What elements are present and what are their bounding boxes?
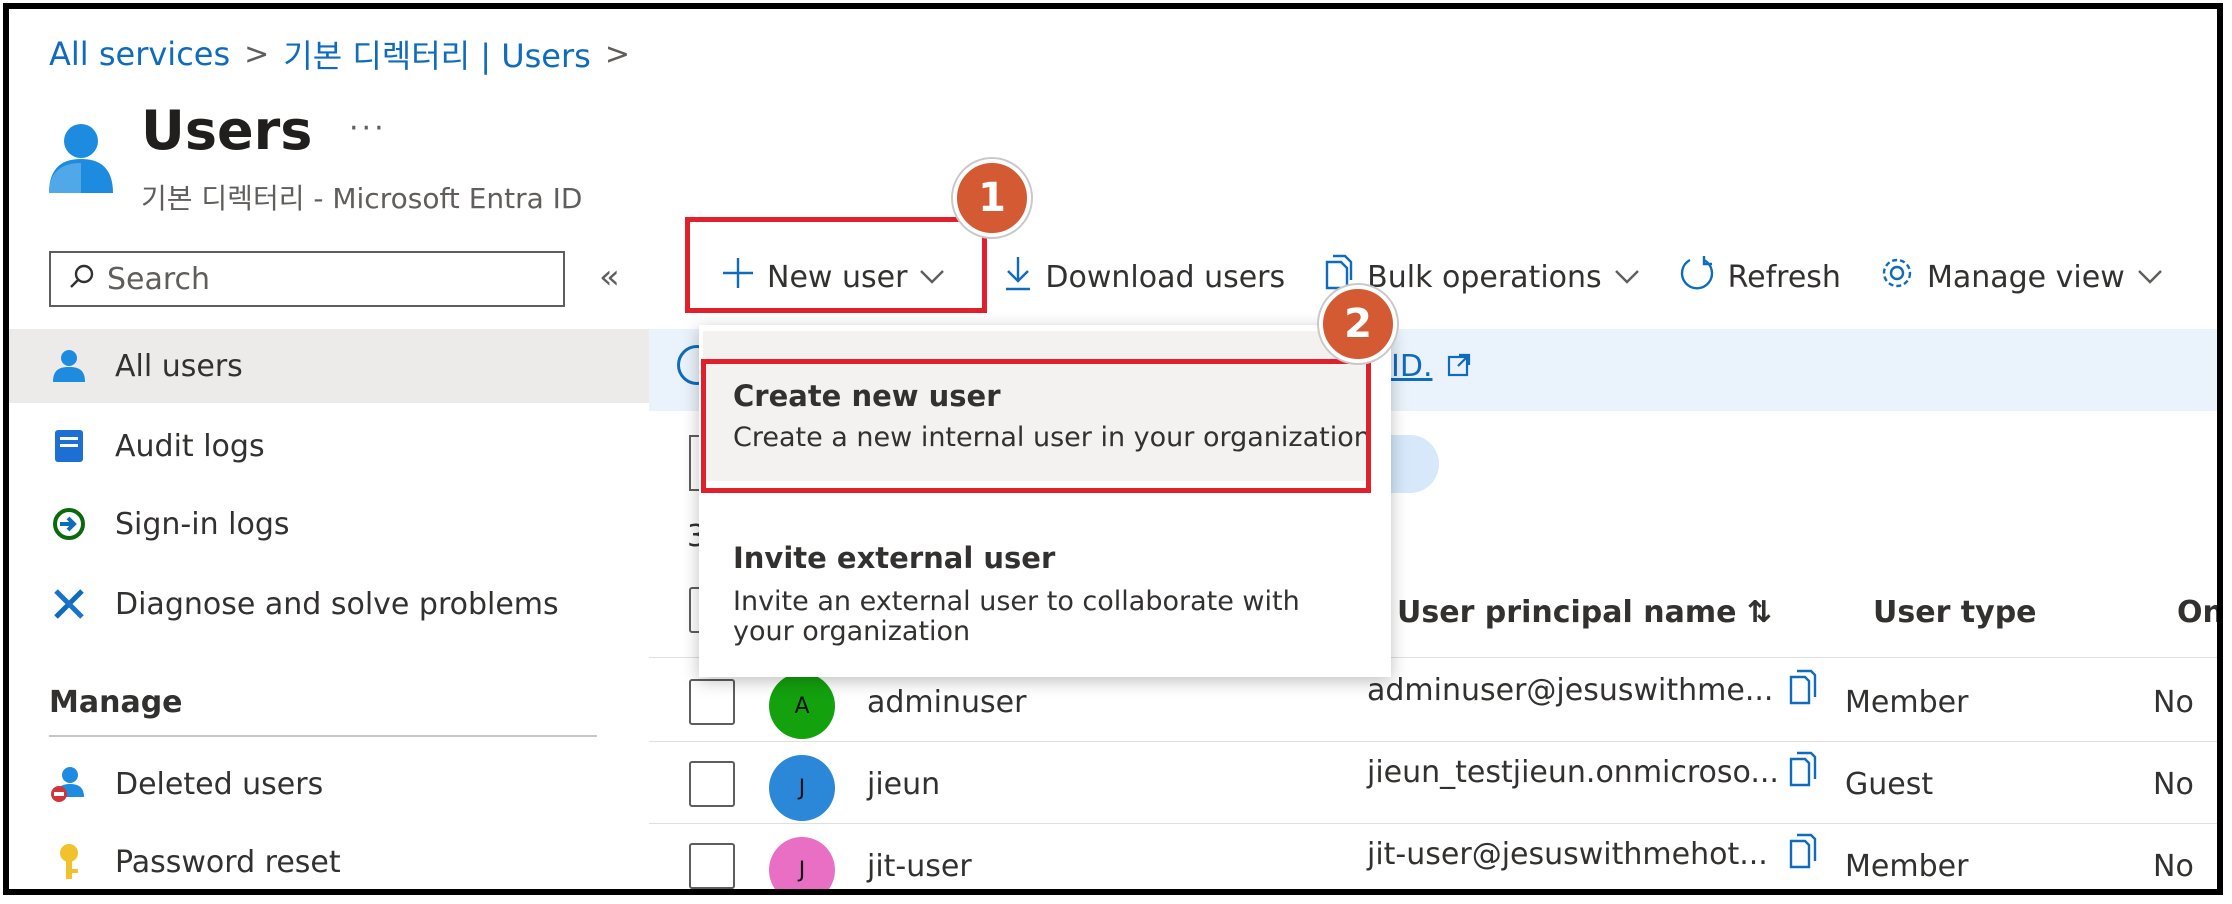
sidebar-item-label: Deleted users	[115, 766, 324, 802]
manage-section-heading: Manage	[49, 685, 183, 720]
step-number: 2	[1344, 301, 1372, 347]
step-2-callout: 2	[1319, 285, 1397, 363]
sidebar-item-label: Audit logs	[115, 428, 265, 464]
user-principal-name: jit-user@jesuswithmehot...	[1367, 837, 1768, 872]
search-icon	[69, 262, 95, 297]
invite-external-user-description: Invite an external user to collaborate w…	[733, 586, 1300, 647]
sidebar-item-deleted-users[interactable]: Deleted users	[9, 747, 649, 821]
user-type: Guest	[1845, 767, 1934, 802]
copy-icon[interactable]	[1787, 751, 1819, 793]
chevron-down-icon	[2137, 262, 2163, 292]
column-header-upn[interactable]: User principal name ⇅	[1397, 595, 1772, 630]
copy-icon[interactable]	[1787, 833, 1819, 875]
row-checkbox[interactable]	[689, 679, 735, 725]
breadcrumb-separator: >	[244, 36, 270, 72]
copy-icon[interactable]	[1787, 669, 1819, 711]
deleted-user-icon	[47, 762, 91, 806]
user-name-link[interactable]: jit-user	[867, 849, 972, 884]
on-premises-sync: No	[2153, 849, 2194, 884]
info-learn-more-link[interactable]: ID.	[1391, 349, 1432, 384]
sign-in-icon	[47, 502, 91, 546]
sidebar-item-audit-logs[interactable]: Audit logs	[9, 409, 649, 483]
user-type: Member	[1845, 849, 1969, 884]
users-page-icon	[47, 121, 115, 199]
step-number: 1	[978, 175, 1006, 221]
avatar: A	[769, 673, 835, 739]
breadcrumb: All services > 기본 디렉터리 | Users >	[49, 31, 630, 77]
on-premises-sync: No	[2153, 767, 2194, 802]
avatar-initial: J	[798, 775, 806, 801]
create-new-user-highlight	[701, 359, 1371, 493]
chevron-down-icon	[1614, 262, 1640, 292]
invite-external-user-title[interactable]: Invite external user	[733, 541, 1055, 575]
breadcrumb-separator: >	[604, 36, 630, 72]
avatar-initial: A	[794, 693, 810, 719]
refresh-icon	[1678, 254, 1716, 300]
sidebar-item-label: All users	[115, 348, 243, 384]
sidebar-item-all-users[interactable]: All users	[9, 329, 649, 403]
column-header-on-premises[interactable]: On-	[2177, 595, 2217, 630]
search-placeholder: Search	[107, 261, 211, 297]
key-icon	[47, 840, 91, 884]
sidebar-item-diagnose[interactable]: Diagnose and solve problems	[9, 567, 649, 641]
sidebar-item-password-reset[interactable]: Password reset	[9, 825, 649, 889]
breadcrumb-directory-users[interactable]: 기본 디렉터리 | Users	[283, 31, 591, 77]
external-link-icon	[1447, 353, 1471, 381]
page-title: Users	[141, 99, 313, 162]
sidebar-item-sign-in-logs[interactable]: Sign-in logs	[9, 487, 649, 561]
screenshot-frame: All services > 기본 디렉터리 | Users > Users ·…	[3, 3, 2223, 895]
audit-log-icon	[47, 424, 91, 468]
manage-view-button[interactable]: Manage view	[1879, 255, 2163, 299]
wrench-icon	[47, 582, 91, 626]
bulk-operations-label: Bulk operations	[1367, 259, 1602, 295]
download-users-button[interactable]: Download users	[1003, 255, 1285, 299]
on-premises-sync: No	[2153, 685, 2194, 720]
row-checkbox[interactable]	[689, 843, 735, 889]
avatar: J	[769, 837, 835, 889]
refresh-button[interactable]: Refresh	[1678, 254, 1841, 300]
row-divider	[649, 741, 2217, 742]
breadcrumb-all-services[interactable]: All services	[49, 35, 230, 73]
step-1-callout: 1	[953, 159, 1031, 237]
user-name-link[interactable]: jieun	[867, 767, 940, 802]
more-options-button[interactable]: ···	[349, 111, 387, 146]
user-principal-name: adminuser@jesuswithme...	[1367, 673, 1774, 708]
refresh-label: Refresh	[1727, 259, 1841, 295]
new-user-highlight	[685, 217, 987, 313]
page-subtitle: 기본 디렉터리 - Microsoft Entra ID	[141, 182, 583, 215]
user-name-link[interactable]: adminuser	[867, 685, 1026, 720]
user-principal-name: jieun_testjieun.onmicroso...	[1367, 755, 1779, 790]
row-divider	[649, 823, 2217, 824]
sidebar-item-label: Password reset	[115, 844, 341, 880]
user-type: Member	[1845, 685, 1969, 720]
avatar: J	[769, 755, 835, 821]
sidebar-item-label: Sign-in logs	[115, 506, 290, 542]
download-users-label: Download users	[1045, 259, 1286, 295]
gear-icon	[1879, 255, 1915, 299]
column-header-user-type[interactable]: User type	[1873, 595, 2037, 630]
sidebar-item-label: Diagnose and solve problems	[115, 586, 559, 622]
manage-view-label: Manage view	[1926, 259, 2125, 295]
avatar-initial: J	[798, 857, 806, 883]
user-icon	[47, 344, 91, 388]
manage-divider	[49, 735, 597, 737]
row-checkbox[interactable]	[689, 761, 735, 807]
collapse-sidebar-button[interactable]: «	[599, 257, 620, 297]
sidebar-search-input[interactable]: Search	[49, 251, 565, 307]
download-icon	[1003, 255, 1033, 299]
